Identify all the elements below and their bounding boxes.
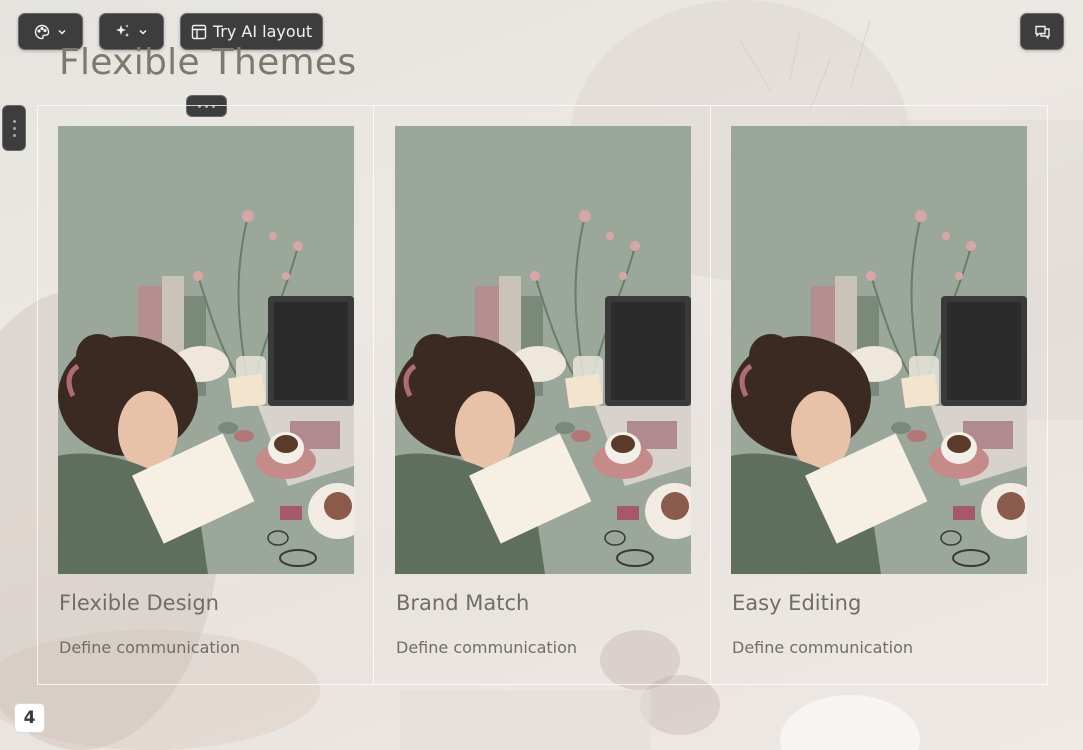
- chevron-down-icon: [56, 26, 68, 38]
- page-number-badge: 4: [14, 703, 45, 733]
- card-brand-match[interactable]: Brand Match Define communication: [395, 105, 691, 685]
- card-title[interactable]: Flexible Design: [59, 591, 219, 615]
- comments-button[interactable]: [1020, 13, 1064, 50]
- card-description[interactable]: Define communication: [732, 638, 913, 657]
- card-easy-editing[interactable]: Easy Editing Define communication: [731, 105, 1027, 685]
- card-image[interactable]: [731, 126, 1027, 574]
- palette-icon: [34, 24, 50, 40]
- layout-icon: [191, 24, 207, 40]
- comments-icon: [1034, 24, 1051, 40]
- card-title[interactable]: Brand Match: [396, 591, 529, 615]
- card-flexible-design[interactable]: Flexible Design Define communication: [58, 105, 354, 685]
- sparkles-icon: [114, 23, 131, 40]
- card-divider: [373, 105, 374, 685]
- chevron-down-icon: [137, 26, 149, 38]
- woman-desk-illustration: [731, 126, 1027, 574]
- woman-desk-illustration: [58, 126, 354, 574]
- card-divider: [710, 105, 711, 685]
- slide-title[interactable]: Flexible Themes: [59, 42, 356, 83]
- woman-desk-illustration: [395, 126, 691, 574]
- row-drag-handle[interactable]: [2, 105, 26, 151]
- card-title[interactable]: Easy Editing: [732, 591, 861, 615]
- try-ai-layout-label: Try AI layout: [212, 22, 313, 41]
- card-image[interactable]: [58, 126, 354, 574]
- card-description[interactable]: Define communication: [59, 638, 240, 657]
- card-description[interactable]: Define communication: [396, 638, 577, 657]
- card-image[interactable]: [395, 126, 691, 574]
